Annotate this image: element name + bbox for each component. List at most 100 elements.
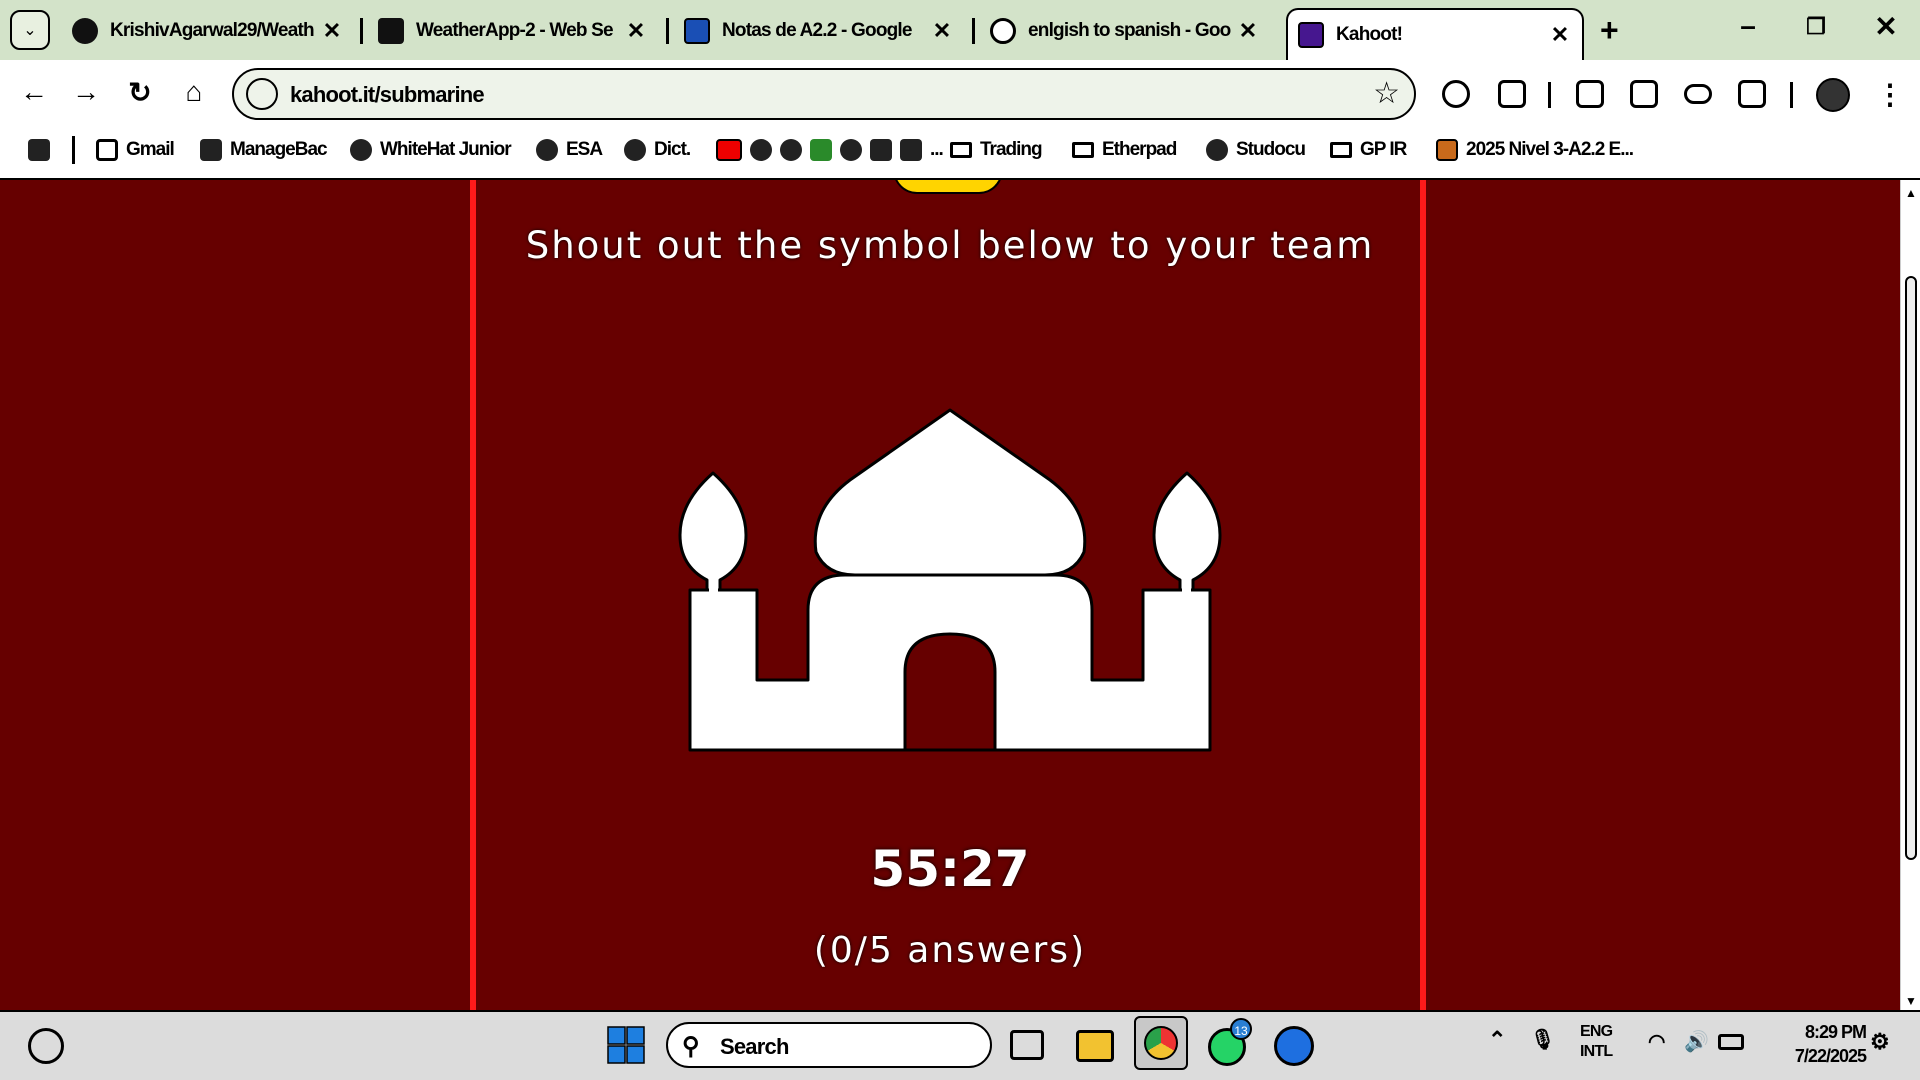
tab-github[interactable]: KrishivAgarwal29/Weath ✕: [62, 8, 354, 54]
bookmark-nivel[interactable]: 2025 Nivel 3-A2.2 E...: [1436, 137, 1634, 163]
address-bar[interactable]: kahoot.it/submarine ☆: [232, 68, 1416, 120]
bookmark-separator: [72, 136, 75, 164]
toolbar-separator: [1790, 82, 1793, 108]
bookmark-label: ESA: [566, 139, 603, 160]
home-button[interactable]: ⌂: [174, 76, 214, 108]
notifications-icon[interactable]: ⚙: [1870, 1031, 1890, 1053]
bookmark-label: Dict.: [654, 139, 691, 160]
more-menu-icon[interactable]: ⋮: [1876, 78, 1904, 111]
bookmark-favicon-icon: [870, 139, 892, 161]
tab-weatherapp[interactable]: WeatherApp-2 - Web Se ✕: [368, 8, 658, 54]
forward-button[interactable]: →: [66, 76, 106, 108]
bookmark-label: Studocu: [1236, 139, 1306, 160]
answer-count: (0/5 answers): [813, 930, 1087, 971]
minimize-button[interactable]: –: [1728, 10, 1768, 42]
close-tab-icon[interactable]: ✕: [320, 18, 344, 44]
microphone-icon[interactable]: 🎙: [1530, 1030, 1555, 1050]
back-button[interactable]: ←: [14, 76, 54, 108]
bookmark-label: 2025 Nivel 3-A2.2 E...: [1466, 139, 1634, 160]
search-label: Search: [720, 1034, 789, 1059]
scroll-up-icon[interactable]: ▲: [1905, 186, 1917, 200]
language-indicator[interactable]: ENG INTL: [1580, 1022, 1613, 1062]
bookmark-trading[interactable]: Trading: [950, 137, 1043, 163]
youtube-icon: [716, 139, 742, 161]
url-text[interactable]: kahoot.it/submarine: [290, 82, 485, 108]
managebac-icon: [200, 139, 222, 161]
bookmark-label: GP IR: [1360, 139, 1407, 160]
reload-button[interactable]: ↻: [120, 76, 160, 109]
language-line2: INTL: [1580, 1043, 1613, 1060]
folder-icon: [1072, 142, 1094, 158]
close-window-button[interactable]: ✕: [1866, 10, 1906, 43]
bookmark-icon-group[interactable]: ...: [716, 137, 944, 163]
game-prompt: Shout out the symbol below to your team: [525, 224, 1375, 267]
bookmark-gp-ir[interactable]: GP IR: [1330, 137, 1407, 163]
task-view-icon[interactable]: [1010, 1030, 1044, 1060]
language-line1: ENG: [1580, 1023, 1613, 1040]
globe-icon: [350, 139, 372, 161]
wifi-icon[interactable]: ◠: [1648, 1032, 1665, 1052]
bookmark-favicon-icon: [780, 139, 802, 161]
globe-icon: [624, 139, 646, 161]
chevron-down-icon: ⌄: [23, 22, 37, 39]
close-tab-icon[interactable]: ✕: [1236, 18, 1260, 44]
tab-title: Kahoot!: [1336, 24, 1403, 45]
print-icon[interactable]: [1576, 80, 1604, 108]
bookmark-managebac[interactable]: ManageBac: [200, 137, 328, 163]
tab-strip: ⌄ KrishivAgarwal29/Weath ✕ WeatherApp-2 …: [0, 0, 1920, 60]
bookmark-esa[interactable]: ESA: [536, 137, 603, 163]
bookmark-etherpad[interactable]: Etherpad: [1072, 137, 1177, 163]
taskbar-search[interactable]: ⚲ Search: [666, 1022, 992, 1068]
bookmark-dict[interactable]: Dict.: [624, 137, 691, 163]
battery-icon[interactable]: [1718, 1034, 1744, 1050]
close-tab-icon[interactable]: ✕: [1548, 22, 1572, 48]
github-icon: [72, 18, 98, 44]
profile-avatar[interactable]: [1816, 78, 1850, 112]
scroll-down-icon[interactable]: ▼: [1905, 994, 1917, 1008]
link-icon[interactable]: [1684, 84, 1712, 104]
chrome-taskbar-button[interactable]: [1134, 1016, 1188, 1070]
bookmark-star-icon[interactable]: ☆: [1373, 76, 1400, 111]
tab-search-button[interactable]: ⌄: [10, 10, 50, 50]
bookmark-label: WhiteHat Junior: [380, 139, 512, 160]
file-explorer-icon[interactable]: [1076, 1030, 1114, 1062]
close-tab-icon[interactable]: ✕: [624, 18, 648, 44]
bookmark-whitehat[interactable]: WhiteHat Junior: [350, 137, 512, 163]
tab-kahoot[interactable]: Kahoot! ✕: [1286, 8, 1584, 60]
countdown-timer: 55:27: [870, 840, 1030, 898]
new-tab-button[interactable]: +: [1600, 12, 1619, 48]
bookmark-favicon-icon: [840, 139, 862, 161]
bookmark-gmail[interactable]: Gmail: [96, 137, 175, 163]
whatsapp-badge: 13: [1230, 1018, 1252, 1040]
extensions-puzzle-icon[interactable]: [1498, 80, 1526, 108]
tab-separator: [972, 18, 975, 44]
system-clock[interactable]: 8:29 PM 7/22/2025: [1766, 1020, 1867, 1068]
app-blue-icon[interactable]: [1274, 1026, 1314, 1066]
tab-google-docs[interactable]: Notas de A2.2 - Google ✕: [674, 8, 964, 54]
translate-icon[interactable]: [1738, 80, 1766, 108]
page-scrollbar[interactable]: ▲ ▼: [1900, 180, 1920, 1010]
clock-date: 7/22/2025: [1794, 1046, 1867, 1066]
tab-google-search[interactable]: enlgish to spanish - Goo ✕: [980, 8, 1270, 54]
show-hidden-icons-icon[interactable]: ⌃: [1488, 1029, 1506, 1051]
widgets-icon[interactable]: [28, 1028, 64, 1064]
kahoot-page: Shout out the symbol below to your team …: [0, 180, 1900, 1010]
yellow-shape-top: [893, 180, 1003, 194]
close-tab-icon[interactable]: ✕: [930, 18, 954, 44]
screenshot-icon[interactable]: [1630, 80, 1658, 108]
scrollbar-thumb[interactable]: [1905, 276, 1917, 860]
google-icon: [990, 18, 1016, 44]
site-info-icon[interactable]: [246, 78, 278, 110]
extension-icon[interactable]: [1442, 80, 1470, 108]
bookmark-apps[interactable]: [28, 137, 58, 163]
volume-icon[interactable]: 🔊: [1684, 1032, 1709, 1052]
restore-button[interactable]: ❐: [1796, 14, 1836, 40]
globe-icon: [536, 139, 558, 161]
tab-title: KrishivAgarwal29/Weath: [110, 20, 315, 41]
bookmark-studocu[interactable]: Studocu: [1206, 137, 1306, 163]
windows-start-icon[interactable]: [606, 1025, 646, 1065]
folder-icon: [1330, 142, 1352, 158]
web-service-icon: [378, 18, 404, 44]
bookmark-label: Gmail: [126, 139, 175, 160]
bookmark-label: ...: [930, 139, 944, 160]
